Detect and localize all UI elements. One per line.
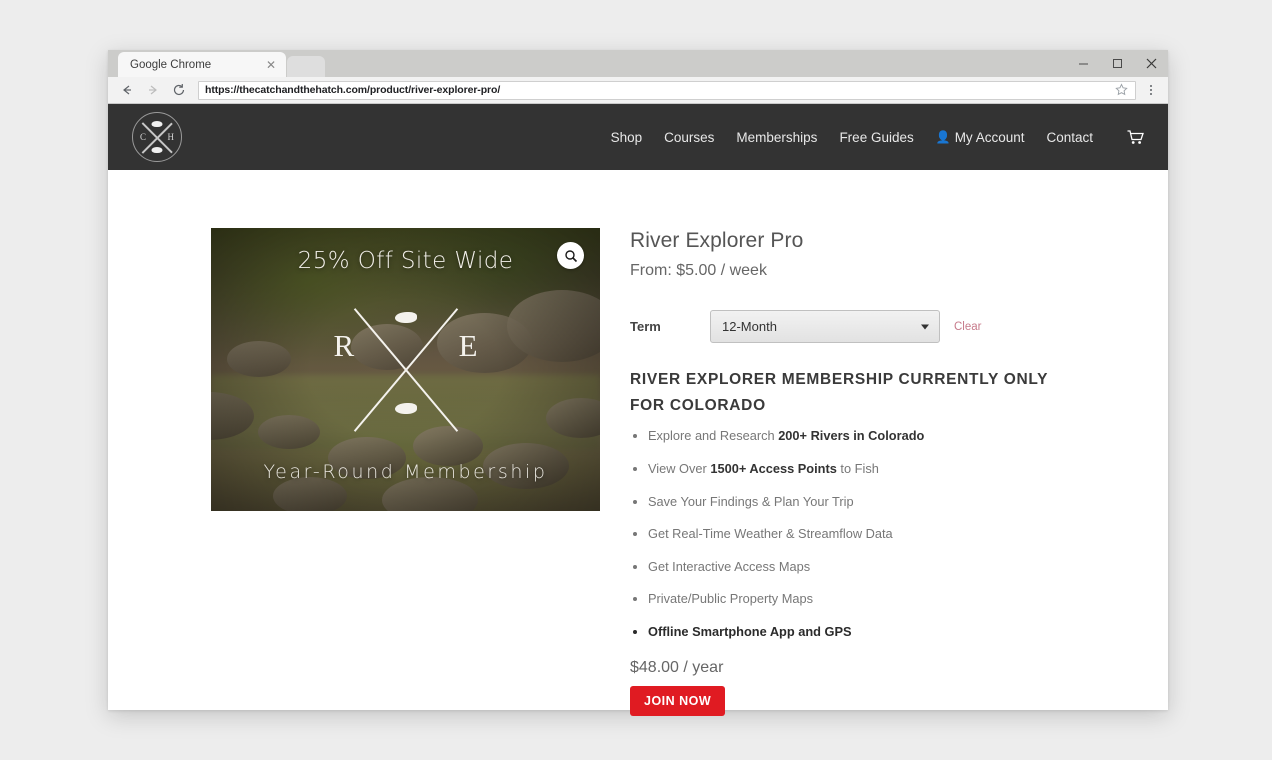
feature-text: Private/Public Property Maps xyxy=(648,591,814,607)
list-item: Get Interactive Access Maps xyxy=(630,559,1060,576)
mark-letter-e: E xyxy=(458,327,478,363)
page-title: River Explorer Pro xyxy=(630,229,804,252)
price-from: From: $5.00 / week xyxy=(630,262,767,280)
feature-suffix: to Fish xyxy=(836,460,879,476)
nav-contact-label: Contact xyxy=(1046,129,1093,145)
catch-and-hatch-logo[interactable]: C H xyxy=(132,112,182,162)
final-price: $48.00 / year xyxy=(630,658,724,676)
feature-strong: 1500+ Access Points xyxy=(710,460,837,476)
nav-shop[interactable]: Shop xyxy=(611,130,643,145)
river-explorer-mark: R E xyxy=(326,290,486,450)
close-window-icon[interactable] xyxy=(1134,50,1168,77)
variation-row: Term 12-Month Clear xyxy=(630,310,1060,344)
nav-free-guides-label: Free Guides xyxy=(839,129,914,145)
forward-icon xyxy=(140,79,166,101)
mark-letter-r: R xyxy=(333,327,355,363)
three-dots-menu-icon[interactable] xyxy=(1140,79,1162,101)
image-overlay-top: 25% Off Site Wide xyxy=(297,248,514,274)
url-text: https://thecatchandthehatch.com/product/… xyxy=(205,84,501,96)
product-image[interactable]: 25% Off Site Wide R E Year-Round Members… xyxy=(211,228,600,511)
product-layout: 25% Off Site Wide R E Year-Round Members… xyxy=(108,170,1168,716)
image-overlay-bottom: Year-Round Membership xyxy=(263,461,548,483)
feature-list: Explore and Research 200+ Rivers in Colo… xyxy=(630,428,1060,640)
list-item: Get Real-Time Weather & Streamflow Data xyxy=(630,526,1060,543)
feature-text: Offline Smartphone App and GPS xyxy=(648,624,852,640)
browser-window: Google Chrome ✕ https://thecatchandtheha… xyxy=(108,50,1168,716)
feature-text: Save Your Findings & Plan Your Trip xyxy=(648,493,854,509)
fly-lure-icon xyxy=(394,402,417,414)
maximize-icon[interactable] xyxy=(1100,50,1134,77)
feature-heading: RIVER EXPLORER MEMBERSHIP CURRENTLY ONLY… xyxy=(630,371,1048,414)
page-body: 25% Off Site Wide R E Year-Round Members… xyxy=(108,170,1168,716)
address-bar[interactable]: https://thecatchandthehatch.com/product/… xyxy=(198,80,1136,100)
site-nav: Shop Courses Memberships Free Guides 👤 M… xyxy=(611,130,1144,145)
nav-my-account[interactable]: 👤 My Account xyxy=(936,130,1025,145)
tab-close-icon[interactable]: ✕ xyxy=(264,58,278,72)
join-now-button[interactable]: JOIN NOW xyxy=(630,685,726,716)
window-controls xyxy=(1066,50,1168,77)
nav-free-guides[interactable]: Free Guides xyxy=(839,130,913,145)
list-item: View Over 1500+ Access Points to Fish xyxy=(630,461,1060,478)
term-select[interactable]: 12-Month xyxy=(710,310,940,344)
clear-link[interactable]: Clear xyxy=(954,321,981,333)
term-select-value: 12-Month xyxy=(722,319,777,335)
fish-icon xyxy=(394,311,417,323)
feature-strong: 200+ Rivers in Colorado xyxy=(778,428,925,444)
minimize-icon[interactable] xyxy=(1066,50,1100,77)
magnifier-icon[interactable] xyxy=(557,242,584,269)
nav-courses-label: Courses xyxy=(664,129,715,145)
nav-contact[interactable]: Contact xyxy=(1046,130,1093,145)
star-icon[interactable] xyxy=(1115,83,1129,97)
fish-icon xyxy=(151,147,163,153)
term-label: Term xyxy=(630,319,661,335)
tab-strip: Google Chrome ✕ xyxy=(108,50,1168,77)
back-icon[interactable] xyxy=(114,79,140,101)
site-header: C H Shop Courses Memberships Free Guides… xyxy=(108,104,1168,170)
feature-text: Explore and Research xyxy=(648,428,779,444)
chevron-down-icon xyxy=(921,324,929,330)
list-item: Explore and Research 200+ Rivers in Colo… xyxy=(630,428,1060,445)
logo-letter-right: H xyxy=(167,132,175,142)
feature-text: Get Real-Time Weather & Streamflow Data xyxy=(648,526,893,542)
feature-text: Get Interactive Access Maps xyxy=(648,558,811,574)
logo-letter-left: C xyxy=(140,132,147,142)
feature-text: View Over xyxy=(648,460,711,476)
list-item: Offline Smartphone App and GPS xyxy=(630,624,1060,641)
nav-my-account-label: My Account xyxy=(954,129,1025,145)
nav-memberships[interactable]: Memberships xyxy=(736,130,817,145)
person-icon: 👤 xyxy=(935,130,951,144)
nav-shop-label: Shop xyxy=(610,129,643,145)
list-item: Private/Public Property Maps xyxy=(630,591,1060,608)
browser-tab[interactable]: Google Chrome ✕ xyxy=(118,52,286,77)
tab-title: Google Chrome xyxy=(130,58,212,71)
list-item: Save Your Findings & Plan Your Trip xyxy=(630,494,1060,511)
product-summary: River Explorer Pro From: $5.00 / week Te… xyxy=(630,228,1060,716)
fish-icon xyxy=(151,121,163,127)
new-tab-button[interactable] xyxy=(287,56,325,77)
nav-memberships-label: Memberships xyxy=(736,129,818,145)
nav-courses[interactable]: Courses xyxy=(664,130,714,145)
shopping-cart-icon[interactable] xyxy=(1127,129,1144,145)
reload-icon[interactable] xyxy=(166,79,192,101)
browser-toolbar: https://thecatchandthehatch.com/product/… xyxy=(108,77,1168,104)
